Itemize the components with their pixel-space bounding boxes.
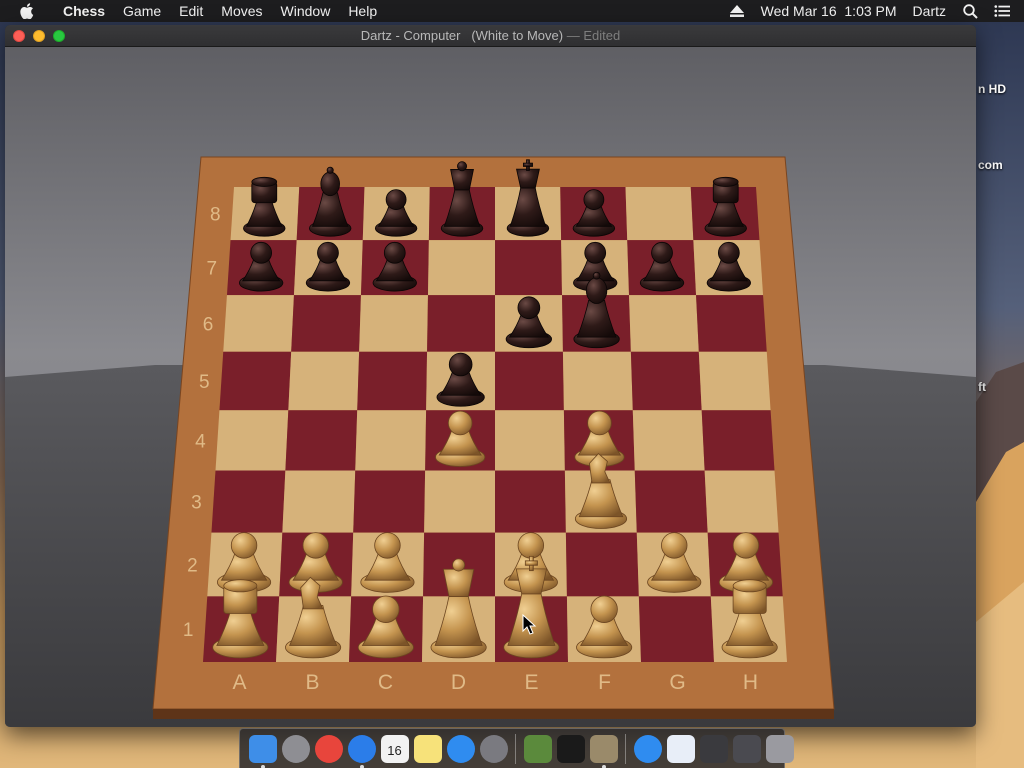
rank-label-3: 3 (191, 493, 202, 514)
square-e5[interactable] (495, 351, 564, 411)
file-label-a: A (232, 671, 246, 694)
chrome-icon[interactable] (314, 734, 343, 763)
status-area: Wed Mar 16 1:03 PM Dartz (721, 0, 1024, 22)
square-a5[interactable] (219, 351, 292, 411)
edited-indicator: — Edited (566, 28, 621, 43)
file-label-b: B (305, 671, 319, 694)
file-label-g: G (669, 671, 685, 694)
square-h3[interactable] (704, 470, 779, 533)
menu-bar: Chess Game Edit Moves Window Help Wed Ma… (0, 0, 1024, 22)
trash-icon[interactable] (765, 734, 794, 763)
calendar-date-label: 16 (387, 742, 402, 758)
menubar-clock[interactable]: Wed Mar 16 1:03 PM (753, 0, 905, 22)
file-label-e: E (524, 671, 538, 694)
menu-edit[interactable]: Edit (170, 0, 212, 22)
square-g6[interactable] (629, 295, 699, 352)
menu-app-name[interactable]: Chess (54, 0, 114, 22)
square-d3[interactable] (424, 470, 495, 533)
square-e4[interactable] (495, 410, 565, 471)
zoom-button[interactable] (53, 30, 65, 42)
chess-icon[interactable] (589, 734, 618, 768)
app-store-folder-icon[interactable] (633, 734, 662, 763)
square-c6[interactable] (359, 295, 428, 352)
desktop-dune-art (976, 362, 1024, 768)
running-indicator (260, 764, 265, 768)
rank-label-7: 7 (206, 259, 217, 280)
square-b5[interactable] (288, 351, 360, 411)
file-label-d: D (451, 671, 466, 694)
rank-label-6: 6 (203, 314, 214, 335)
square-e7[interactable] (495, 240, 563, 296)
square-a4[interactable] (215, 410, 289, 471)
minecraft-icon[interactable] (523, 734, 552, 763)
close-button[interactable] (13, 30, 25, 42)
dock-separator (625, 733, 626, 764)
square-e3[interactable] (495, 470, 566, 533)
square-g1[interactable] (638, 596, 714, 662)
square-c4[interactable] (355, 410, 427, 471)
launchpad-icon[interactable] (281, 734, 310, 763)
chess-window: Dartz - Computer (White to Move) — Edite… (5, 25, 976, 727)
rank-label-8: 8 (210, 205, 221, 226)
board-frame-edge (153, 709, 834, 719)
window-title-bar[interactable]: Dartz - Computer (White to Move) — Edite… (5, 25, 976, 47)
rank-label-5: 5 (199, 372, 210, 393)
square-f2[interactable] (565, 532, 639, 597)
apple-menu-icon[interactable] (20, 3, 36, 19)
menu-game[interactable]: Game (114, 0, 170, 22)
square-h6[interactable] (696, 295, 767, 352)
menubar-user[interactable]: Dartz (905, 0, 954, 22)
square-b4[interactable] (285, 410, 358, 471)
menu-window[interactable]: Window (272, 0, 340, 22)
square-d6[interactable] (427, 295, 495, 352)
square-a3[interactable] (211, 470, 286, 533)
window-title: Dartz - Computer (White to Move) (360, 28, 564, 43)
square-g3[interactable] (634, 470, 708, 533)
window-folder-icon[interactable] (732, 734, 761, 763)
square-h4[interactable] (701, 410, 775, 471)
minimize-button[interactable] (33, 30, 45, 42)
document-icon[interactable] (666, 734, 695, 763)
chess-scene[interactable]: A B C D E F G H 8 7 6 5 4 3 2 1 (5, 47, 976, 727)
square-a6[interactable] (223, 295, 294, 352)
system-preferences-icon[interactable] (479, 734, 508, 763)
square-b6[interactable] (291, 295, 361, 352)
notification-center-icon[interactable] (994, 3, 1010, 19)
menu-help[interactable]: Help (339, 0, 386, 22)
square-h5[interactable] (698, 351, 771, 411)
desktop-label-com[interactable]: com (978, 158, 1003, 172)
desktop-label-ft[interactable]: ft (978, 380, 986, 394)
rank-label-4: 4 (195, 431, 206, 452)
square-g8[interactable] (625, 187, 694, 241)
safari-icon[interactable] (347, 734, 376, 768)
calendar-icon[interactable]: 16 (380, 734, 409, 763)
eject-icon[interactable] (729, 3, 745, 19)
desktop-label-hd[interactable]: n HD (978, 82, 1006, 96)
file-label-f: F (598, 671, 611, 694)
running-indicator (601, 764, 606, 768)
square-g4[interactable] (632, 410, 705, 471)
rank-label-2: 2 (187, 555, 198, 576)
square-d7[interactable] (427, 240, 495, 296)
terminal-icon[interactable] (556, 734, 585, 763)
running-indicator (359, 764, 364, 768)
square-c3[interactable] (353, 470, 426, 533)
dock: 16 (239, 728, 794, 768)
square-f5[interactable] (562, 351, 633, 411)
file-label-c: C (378, 671, 393, 694)
square-g5[interactable] (630, 351, 702, 411)
desktop-background: n HD com ft (976, 22, 1024, 768)
dock-separator (515, 733, 516, 764)
menu-moves[interactable]: Moves (212, 0, 271, 22)
finder-icon[interactable] (248, 734, 277, 768)
rank-label-1: 1 (183, 620, 194, 641)
screenshot-folder-icon[interactable] (699, 734, 728, 763)
app-store-icon[interactable] (446, 734, 475, 763)
board-squares[interactable] (203, 187, 787, 662)
spotlight-search-icon[interactable] (962, 3, 978, 19)
notes-icon[interactable] (413, 734, 442, 763)
square-c5[interactable] (357, 351, 428, 411)
file-label-h: H (743, 671, 758, 694)
square-b3[interactable] (282, 470, 356, 533)
